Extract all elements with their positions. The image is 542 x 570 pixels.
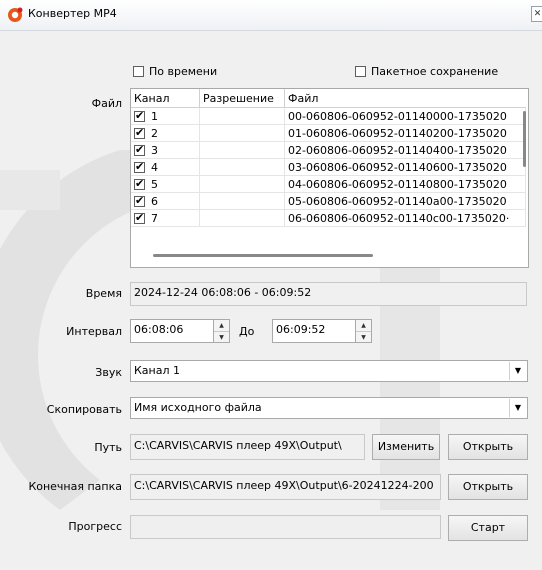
file-list[interactable]: Канал Разрешение Файл 1 00-060806-060952… bbox=[130, 88, 529, 268]
sound-value: Канал 1 bbox=[134, 364, 181, 377]
row-file: 05-060806-060952-01140a00-1735020 bbox=[284, 192, 526, 210]
column-resolution[interactable]: Разрешение bbox=[199, 89, 285, 108]
by-time-option[interactable]: По времени bbox=[133, 65, 217, 78]
interval-to-spinner[interactable]: ▲ ▼ bbox=[355, 319, 372, 343]
row-checkbox[interactable] bbox=[134, 109, 145, 122]
batch-save-option[interactable]: Пакетное сохранение bbox=[355, 65, 498, 78]
spin-up-icon[interactable]: ▲ bbox=[214, 320, 229, 332]
row-checkbox[interactable] bbox=[134, 126, 145, 139]
vertical-scrollbar[interactable] bbox=[523, 111, 526, 167]
table-row[interactable]: 2 01-060806-060952-01140200-1735020 bbox=[131, 124, 526, 142]
time-label: Время bbox=[85, 287, 122, 300]
table-row[interactable]: 4 03-060806-060952-01140600-1735020 bbox=[131, 158, 526, 176]
row-checkbox[interactable] bbox=[134, 143, 145, 156]
row-resolution bbox=[199, 107, 285, 125]
row-resolution bbox=[199, 175, 285, 193]
row-resolution bbox=[199, 192, 285, 210]
to-label: До bbox=[239, 325, 255, 338]
start-button[interactable]: Старт bbox=[448, 515, 528, 541]
column-file[interactable]: Файл bbox=[284, 89, 525, 108]
dest-folder-field: C:\CARVIS\CARVIS плеер 49X\Output\6-2024… bbox=[130, 474, 441, 500]
row-file: 02-060806-060952-01140400-1735020 bbox=[284, 141, 526, 159]
table-row[interactable]: 6 05-060806-060952-01140a00-1735020 bbox=[131, 192, 526, 210]
row-checkbox[interactable] bbox=[134, 160, 145, 173]
by-time-checkbox[interactable] bbox=[133, 66, 144, 77]
row-file: 00-060806-060952-01140000-1735020 bbox=[284, 107, 526, 125]
row-resolution bbox=[199, 141, 285, 159]
path-label: Путь bbox=[94, 441, 122, 454]
row-checkbox[interactable] bbox=[134, 194, 145, 207]
batch-save-checkbox[interactable] bbox=[355, 66, 366, 77]
close-icon[interactable]: ✕ bbox=[531, 6, 542, 22]
row-channel: 4 bbox=[151, 160, 158, 174]
row-channel: 3 bbox=[151, 143, 158, 157]
horizontal-scrollbar[interactable] bbox=[153, 254, 373, 257]
sound-select[interactable]: Канал 1 ▼ bbox=[130, 360, 528, 382]
progress-label: Прогресс bbox=[68, 520, 122, 533]
copy-naming-select[interactable]: Имя исходного файла ▼ bbox=[130, 397, 528, 419]
window-title: Конвертер MP4 bbox=[28, 7, 117, 20]
row-resolution bbox=[199, 209, 285, 227]
row-checkbox[interactable] bbox=[134, 177, 145, 190]
table-row[interactable]: 5 04-060806-060952-01140800-1735020 bbox=[131, 175, 526, 193]
row-resolution bbox=[199, 124, 285, 142]
row-channel: 5 bbox=[151, 177, 158, 191]
row-channel: 6 bbox=[151, 194, 158, 208]
copy-label: Скопировать bbox=[46, 403, 122, 416]
row-file: 06-060806-060952-01140c00-1735020· bbox=[284, 209, 526, 227]
sound-label: Звук bbox=[95, 366, 122, 379]
file-table: Канал Разрешение Файл 1 00-060806-060952… bbox=[131, 89, 526, 227]
batch-save-label: Пакетное сохранение bbox=[371, 65, 499, 78]
row-checkbox[interactable] bbox=[134, 211, 145, 224]
row-file: 03-060806-060952-01140600-1735020 bbox=[284, 158, 526, 176]
open-path-button[interactable]: Открыть bbox=[448, 434, 528, 460]
file-table-header: Канал Разрешение Файл bbox=[131, 89, 525, 108]
file-label: Файл bbox=[91, 97, 122, 110]
spin-down-icon[interactable]: ▼ bbox=[214, 332, 229, 343]
row-channel: 7 bbox=[151, 211, 158, 225]
table-row[interactable]: 7 06-060806-060952-01140c00-1735020· bbox=[131, 209, 526, 227]
dest-folder-label: Конечная папка bbox=[28, 480, 122, 493]
time-range-field: 2024-12-24 06:08:06 - 06:09:52 bbox=[130, 282, 527, 306]
row-file: 01-060806-060952-01140200-1735020 bbox=[284, 124, 526, 142]
chevron-down-icon[interactable]: ▼ bbox=[509, 362, 526, 380]
table-row[interactable]: 1 00-060806-060952-01140000-1735020 bbox=[131, 107, 526, 125]
spin-down-icon[interactable]: ▼ bbox=[356, 332, 371, 343]
title-bar: Конвертер MP4 ✕ bbox=[0, 0, 542, 31]
row-channel: 2 bbox=[151, 126, 158, 140]
app-logo-icon bbox=[8, 7, 23, 22]
interval-from-spinner[interactable]: ▲ ▼ bbox=[213, 319, 230, 343]
column-channel[interactable]: Канал bbox=[131, 89, 200, 108]
open-dest-button[interactable]: Открыть bbox=[448, 474, 528, 500]
row-channel: 1 bbox=[151, 109, 158, 123]
spin-up-icon[interactable]: ▲ bbox=[356, 320, 371, 332]
row-file: 04-060806-060952-01140800-1735020 bbox=[284, 175, 526, 193]
interval-label: Интервал bbox=[66, 325, 122, 338]
progress-bar bbox=[130, 515, 441, 539]
chevron-down-icon[interactable]: ▼ bbox=[509, 399, 526, 417]
table-row[interactable]: 3 02-060806-060952-01140400-1735020 bbox=[131, 141, 526, 159]
path-field: C:\CARVIS\CARVIS плеер 49X\Output\ bbox=[130, 434, 365, 460]
change-path-button[interactable]: Изменить bbox=[372, 434, 440, 460]
by-time-label: По времени bbox=[149, 65, 218, 78]
copy-naming-value: Имя исходного файла bbox=[134, 401, 262, 414]
row-resolution bbox=[199, 158, 285, 176]
